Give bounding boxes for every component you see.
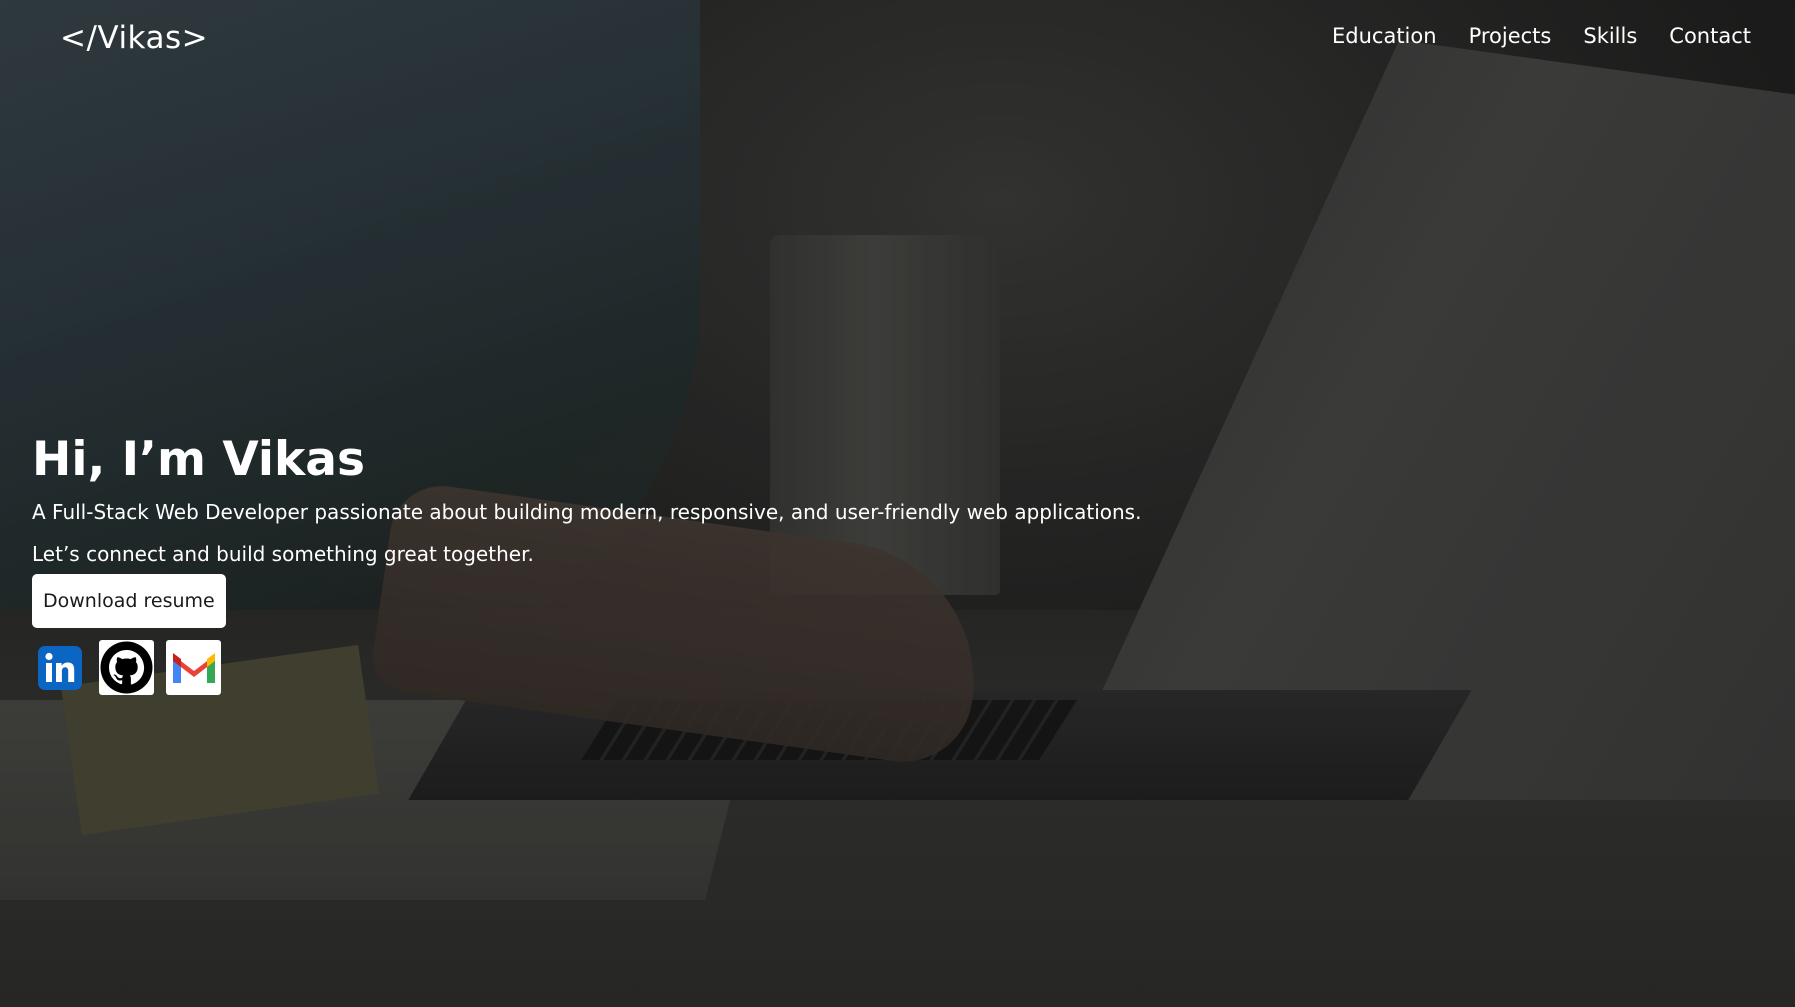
download-resume-button[interactable]: Download resume <box>32 574 226 628</box>
nav-link-education[interactable]: Education <box>1332 24 1437 48</box>
hero-headline: Hi, I’m Vikas <box>32 432 365 487</box>
site-logo[interactable]: </Vikas> <box>60 20 208 56</box>
gmail-icon <box>172 652 215 683</box>
github-icon <box>100 641 153 694</box>
main-nav: Education Projects Skills Contact <box>1332 24 1751 48</box>
hero-cta-text: Let’s connect and build something great … <box>32 542 534 566</box>
github-link[interactable] <box>99 640 154 695</box>
nav-link-skills[interactable]: Skills <box>1583 24 1637 48</box>
linkedin-icon <box>37 645 82 690</box>
nav-link-contact[interactable]: Contact <box>1669 24 1751 48</box>
gmail-link[interactable] <box>166 640 221 695</box>
social-links <box>32 640 1141 695</box>
linkedin-link[interactable] <box>32 640 87 695</box>
hero-subtitle: A Full-Stack Web Developer passionate ab… <box>32 500 1142 524</box>
hero-section: </Vikas> Education Projects Skills Conta… <box>0 0 1795 1007</box>
hero-content: Hi, I’m Vikas A Full-Stack Web Developer… <box>32 430 1141 695</box>
nav-link-projects[interactable]: Projects <box>1469 24 1552 48</box>
